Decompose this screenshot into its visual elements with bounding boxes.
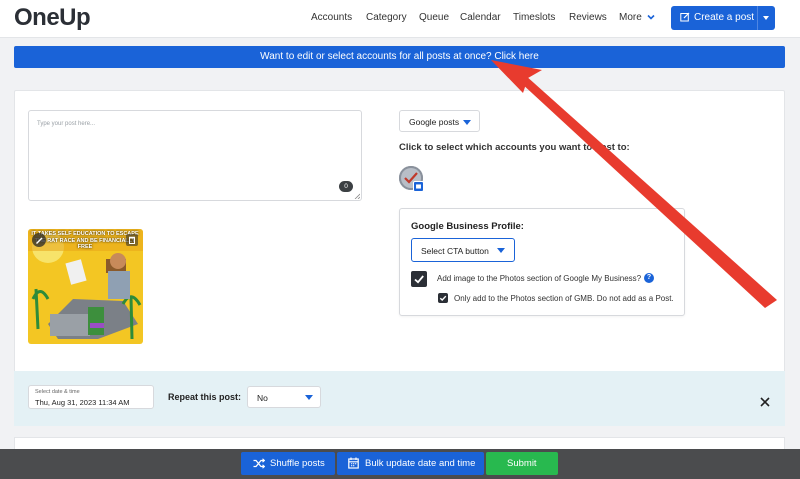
shuffle-posts-label: Shuffle posts <box>270 458 325 469</box>
network-select-value: Google posts <box>409 117 460 127</box>
chevron-down-icon <box>497 248 505 253</box>
submit-button[interactable]: Submit <box>486 452 558 475</box>
cta-select-value: Select CTA button <box>421 246 489 256</box>
nav-timeslots[interactable]: Timeslots <box>513 12 555 23</box>
resize-handle-icon[interactable] <box>354 193 360 199</box>
nav-accounts[interactable]: Accounts <box>311 12 352 23</box>
nav-reviews[interactable]: Reviews <box>569 12 607 23</box>
shuffle-icon <box>253 458 265 469</box>
create-post-label: Create a post <box>694 12 755 23</box>
nav-more[interactable]: More <box>619 12 642 23</box>
post-text-input[interactable]: Type your post here... 0 <box>28 110 362 201</box>
add-image-checkbox[interactable] <box>411 271 427 287</box>
thumbnail-caption: IT TAKES SELF EDUCATION TO ESCAPE THE RA… <box>31 231 139 250</box>
only-photos-checkbox[interactable] <box>438 293 448 303</box>
oneup-logo[interactable]: OneUp <box>14 4 91 32</box>
chevron-down-icon <box>305 395 313 400</box>
repeat-select[interactable]: No <box>247 386 321 408</box>
network-select[interactable]: Google posts <box>399 110 480 132</box>
check-icon <box>414 275 424 284</box>
shuffle-posts-button[interactable]: Shuffle posts <box>241 452 335 475</box>
nav-queue[interactable]: Queue <box>419 12 449 23</box>
bulk-update-button[interactable]: Bulk update date and time <box>337 452 484 475</box>
submit-label: Submit <box>507 458 537 469</box>
nav-calendar[interactable]: Calendar <box>460 12 501 23</box>
edit-icon <box>680 12 690 22</box>
date-time-label: Select date & time <box>35 389 80 395</box>
date-time-picker[interactable]: Select date & time Thu, Aug 31, 2023 11:… <box>28 385 154 409</box>
only-photos-label: Only add to the Photos section of GMB. D… <box>454 294 674 303</box>
date-time-value: Thu, Aug 31, 2023 11:34 AM <box>35 398 130 407</box>
repeat-label: Repeat this post: <box>168 392 242 402</box>
check-icon <box>439 295 447 301</box>
create-dropdown-caret-icon[interactable] <box>763 16 769 20</box>
bulk-update-label: Bulk update date and time <box>365 458 476 469</box>
repeat-select-value: No <box>257 393 268 403</box>
pencil-icon[interactable] <box>32 233 46 247</box>
close-icon[interactable] <box>759 396 771 408</box>
chevron-down-icon <box>463 120 471 125</box>
select-accounts-heading: Click to select which accounts you want … <box>399 142 630 153</box>
trash-icon[interactable] <box>126 234 138 246</box>
top-navbar: OneUp Accounts Category Queue Calendar T… <box>0 0 800 38</box>
chevron-down-icon[interactable] <box>647 13 655 21</box>
calendar-icon <box>348 457 359 469</box>
gbp-title: Google Business Profile: <box>411 221 524 232</box>
bulk-edit-banner[interactable]: Want to edit or select accounts for all … <box>14 46 785 68</box>
nav-category[interactable]: Category <box>366 12 407 23</box>
create-button-divider <box>757 6 758 30</box>
help-icon[interactable]: ? <box>644 273 654 283</box>
char-count-badge: 0 <box>339 181 353 192</box>
add-image-label: Add image to the Photos section of Googl… <box>437 274 642 283</box>
google-business-badge-icon <box>413 181 424 192</box>
cta-select[interactable]: Select CTA button <box>411 238 515 262</box>
create-post-button[interactable]: Create a post <box>671 6 775 30</box>
post-text-placeholder: Type your post here... <box>37 121 96 127</box>
